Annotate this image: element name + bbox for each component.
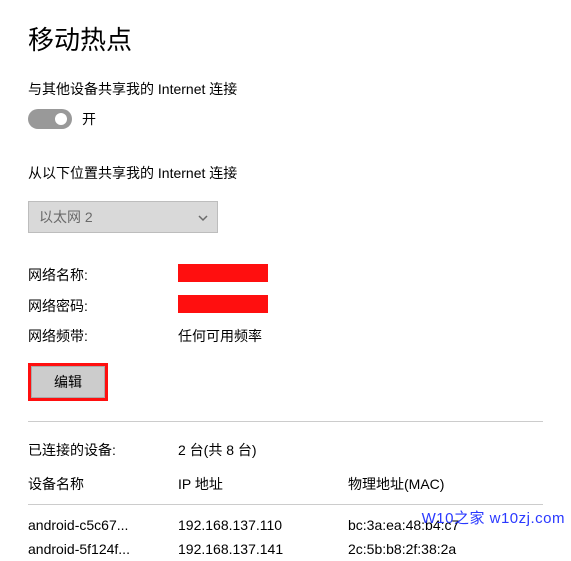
network-band-value: 任何可用频率 — [178, 321, 268, 351]
divider — [28, 421, 543, 422]
page-title: 移动热点 — [28, 20, 543, 57]
chevron-down-icon — [197, 211, 209, 223]
table-row: android-5f124f... 192.168.137.141 2c:5b:… — [28, 537, 543, 561]
edit-button-highlight: 编辑 — [28, 363, 108, 401]
edit-button[interactable]: 编辑 — [31, 366, 105, 398]
share-toggle[interactable] — [28, 109, 72, 129]
connected-devices-value: 2 台(共 8 台) — [178, 436, 348, 470]
network-info-table: 网络名称: 网络密码: 网络频带: 任何可用频率 — [28, 259, 268, 351]
device-mac-cell: 2c:5b:b8:2f:38:2a — [348, 537, 543, 561]
network-band-label: 网络频带: — [28, 321, 178, 351]
device-name-cell: android-5f124f... — [28, 537, 178, 561]
watermark-text: W10之家 w10zj.com — [422, 507, 565, 528]
table-header-device: 设备名称 — [28, 470, 178, 505]
network-password-value-redacted — [178, 295, 268, 313]
table-header-mac: 物理地址(MAC) — [348, 470, 543, 505]
share-connection-label: 与其他设备共享我的 Internet 连接 — [28, 79, 543, 99]
toggle-knob — [55, 113, 67, 125]
dropdown-selected-value: 以太网 2 — [39, 207, 93, 227]
connected-devices-table: 已连接的设备: 2 台(共 8 台) 设备名称 IP 地址 物理地址(MAC) … — [28, 436, 543, 561]
device-name-cell: android-c5c67... — [28, 513, 178, 537]
device-ip-cell: 192.168.137.110 — [178, 513, 348, 537]
table-header-ip: IP 地址 — [178, 470, 348, 505]
connected-devices-label: 已连接的设备: — [28, 436, 178, 470]
network-password-label: 网络密码: — [28, 290, 178, 321]
share-from-label: 从以下位置共享我的 Internet 连接 — [28, 163, 543, 183]
network-name-label: 网络名称: — [28, 259, 178, 290]
connection-dropdown[interactable]: 以太网 2 — [28, 201, 218, 233]
network-name-value-redacted — [178, 264, 268, 282]
toggle-state-label: 开 — [82, 109, 96, 129]
device-ip-cell: 192.168.137.141 — [178, 537, 348, 561]
